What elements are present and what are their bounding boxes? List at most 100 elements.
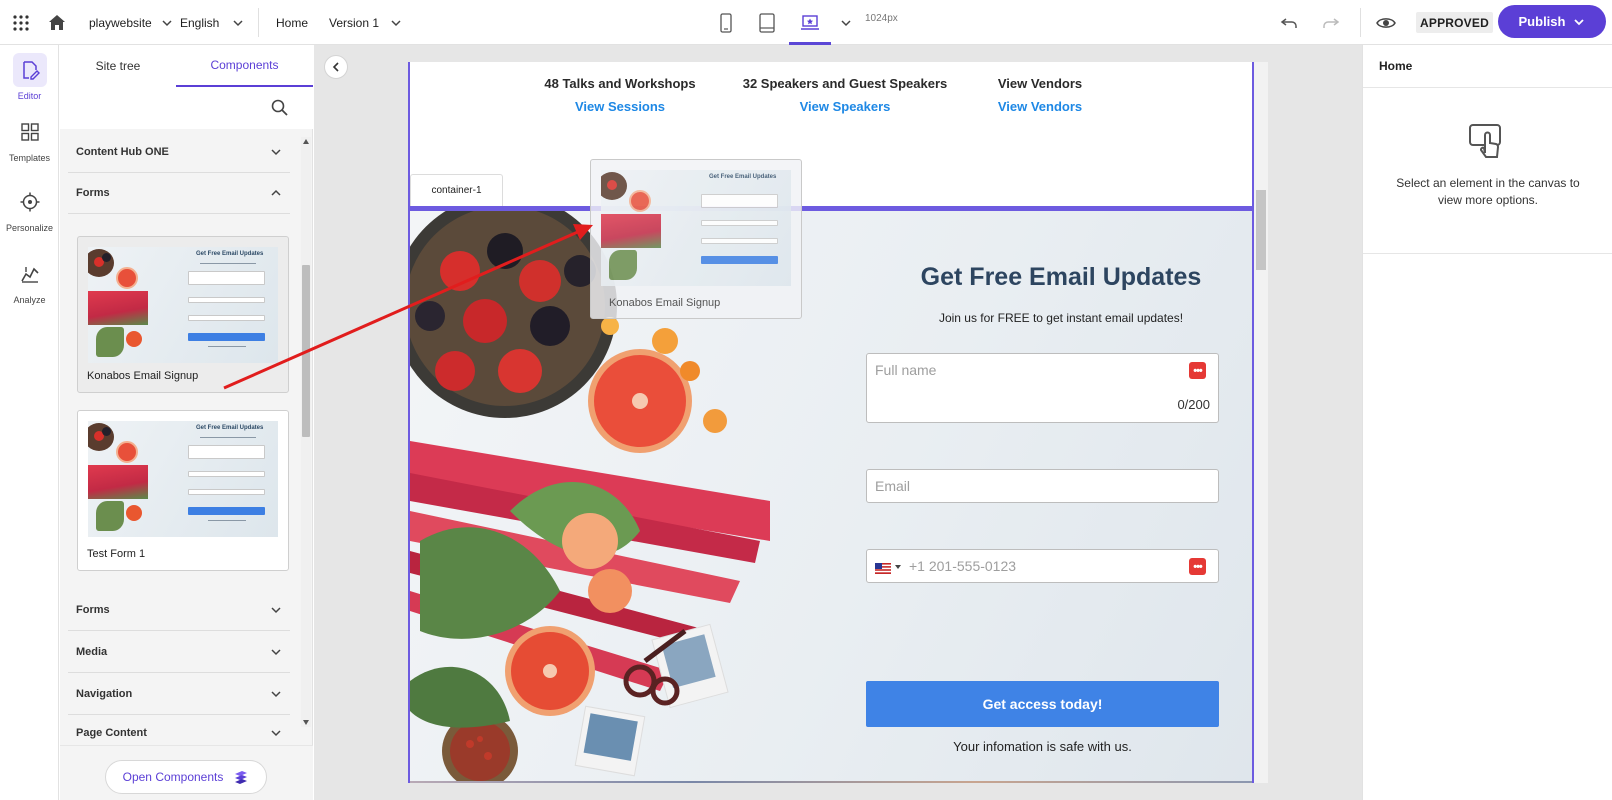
edit-page-icon: [12, 53, 47, 87]
thumb-field: [188, 445, 265, 459]
thumb-art: [96, 501, 124, 531]
device-menu-chevron-icon[interactable]: [838, 0, 854, 45]
thumb-art: [609, 250, 637, 280]
canvas-scrollbar[interactable]: [1254, 62, 1268, 783]
language-name: English: [180, 15, 220, 30]
thumb-button: [701, 256, 778, 264]
components-panel: Site tree Components Content Hub ONE For…: [60, 45, 313, 800]
publish-button[interactable]: Publish: [1498, 5, 1606, 38]
view-vendors-link[interactable]: View Vendors: [995, 99, 1085, 114]
rail-item-templates[interactable]: Templates: [0, 115, 59, 163]
stat-speakers: 32 Speakers and Guest Speakers View Spea…: [735, 76, 955, 114]
scrollbar-thumb[interactable]: [1256, 190, 1266, 270]
section-title: Forms: [76, 604, 110, 616]
section-forms-expanded[interactable]: Forms: [68, 173, 290, 214]
rail-item-analyze[interactable]: Analyze: [0, 257, 59, 305]
thumb-art: [116, 267, 138, 289]
page-name[interactable]: Home: [276, 0, 308, 45]
section-content-hub-one[interactable]: Content Hub ONE: [68, 132, 290, 173]
left-rail: Editor Templates Personalize Analyze: [0, 45, 59, 800]
search-icon[interactable]: [271, 99, 288, 121]
get-access-button[interactable]: Get access today!: [866, 681, 1219, 727]
container-label[interactable]: container-1: [410, 174, 503, 206]
email-field[interactable]: Email: [866, 469, 1219, 503]
components-logo-icon: [235, 771, 248, 784]
thumb-button: [188, 333, 265, 341]
rail-item-editor[interactable]: Editor: [0, 53, 59, 101]
version-label: Version 1: [329, 15, 380, 30]
email-signup-hero[interactable]: Get Free Email Updates Join us for FREE …: [408, 211, 1254, 783]
chevron-down-icon: [233, 19, 243, 26]
view-speakers-link[interactable]: View Speakers: [735, 99, 955, 114]
rail-label: Personalize: [5, 223, 54, 233]
laptop-device-icon[interactable]: [799, 0, 821, 45]
section-title: Media: [76, 646, 108, 658]
section-forms[interactable]: Forms: [68, 590, 290, 631]
scroll-down-arrow-icon[interactable]: [303, 720, 309, 725]
collapse-panel-button[interactable]: [324, 55, 348, 79]
redo-icon[interactable]: [1320, 0, 1342, 45]
phone-field[interactable]: +1 201-555-0123 •••: [866, 549, 1219, 583]
password-manager-icon[interactable]: •••: [1189, 362, 1206, 379]
card-label: Konabos Email Signup: [87, 370, 199, 382]
rail-item-personalize[interactable]: Personalize: [0, 185, 59, 233]
form-title: Get Free Email Updates: [920, 263, 1202, 291]
grid-icon: [13, 115, 47, 149]
preview-eye-icon[interactable]: [1375, 0, 1397, 45]
scrollbar-thumb[interactable]: [302, 265, 310, 437]
section-media[interactable]: Media: [68, 632, 290, 673]
thumb-field: [701, 238, 778, 244]
viewport-width: 1024px: [865, 13, 898, 24]
chevron-up-icon: [271, 189, 281, 196]
panel-title: Home: [1379, 59, 1413, 73]
page-canvas[interactable]: 48 Talks and Workshops View Sessions 32 …: [408, 62, 1254, 783]
email-placeholder: Email: [875, 478, 911, 494]
mobile-device-icon[interactable]: [716, 0, 736, 45]
form-thumbnail: Get Free Email Updates: [601, 170, 791, 286]
phone-placeholder: +1 201-555-0123: [909, 558, 1017, 574]
thumb-art: [126, 505, 142, 521]
section-navigation[interactable]: Navigation: [68, 674, 290, 715]
tab-components[interactable]: Components: [176, 45, 313, 87]
rail-label: Templates: [8, 153, 51, 163]
ghost-label: Konabos Email Signup: [609, 297, 721, 309]
stats-section[interactable]: 48 Talks and Workshops View Sessions 32 …: [408, 62, 1254, 212]
apps-grid-icon[interactable]: [10, 0, 32, 45]
thumb-art: [607, 180, 617, 190]
language-selector[interactable]: English: [180, 0, 245, 45]
version-selector[interactable]: Version 1: [329, 0, 403, 45]
panel-tabs: Site tree Components: [60, 45, 313, 87]
thumb-art: [102, 253, 111, 262]
open-components-button[interactable]: Open Components: [105, 760, 267, 794]
component-card-konabos-email-signup[interactable]: Get Free Email Updates Konabos Email Sig…: [77, 236, 289, 393]
properties-panel: Home Select an element in the canvas to …: [1362, 45, 1612, 800]
thumb-field: [188, 297, 265, 303]
full-name-placeholder: Full name: [875, 362, 937, 378]
privacy-note: Your infomation is safe with us.: [953, 739, 1132, 754]
scroll-up-arrow-icon[interactable]: [303, 139, 309, 144]
country-dropdown-caret-icon[interactable]: [895, 565, 901, 569]
full-name-field[interactable]: Full name ••• 0/200: [866, 353, 1219, 423]
thumb-art: [88, 465, 148, 499]
thumb-line: [208, 520, 246, 521]
search-row: [60, 87, 313, 129]
divider: [1363, 87, 1612, 88]
thumb-field: [188, 489, 265, 495]
us-flag-icon[interactable]: [875, 561, 891, 574]
chevron-down-icon: [271, 649, 281, 656]
component-card-test-form-1[interactable]: Get Free Email Updates Test Form 1: [77, 410, 289, 571]
password-manager-icon[interactable]: •••: [1189, 558, 1206, 575]
thumb-button: [188, 507, 265, 515]
site-name: playwebsite: [89, 15, 152, 30]
undo-icon[interactable]: [1278, 0, 1300, 45]
chevron-down-icon: [271, 149, 281, 156]
site-selector[interactable]: playwebsite: [89, 0, 174, 45]
tab-site-tree[interactable]: Site tree: [60, 45, 176, 87]
thumb-title: Get Free Email Updates: [196, 425, 264, 431]
open-components-label: Open Components: [122, 770, 224, 784]
home-icon[interactable]: [46, 0, 68, 45]
view-sessions-link[interactable]: View Sessions: [535, 99, 705, 114]
drag-ghost-component: Get Free Email Updates Konabos Email Sig…: [590, 159, 802, 319]
panel-scrollbar[interactable]: [301, 137, 311, 727]
tablet-device-icon[interactable]: [756, 0, 778, 45]
